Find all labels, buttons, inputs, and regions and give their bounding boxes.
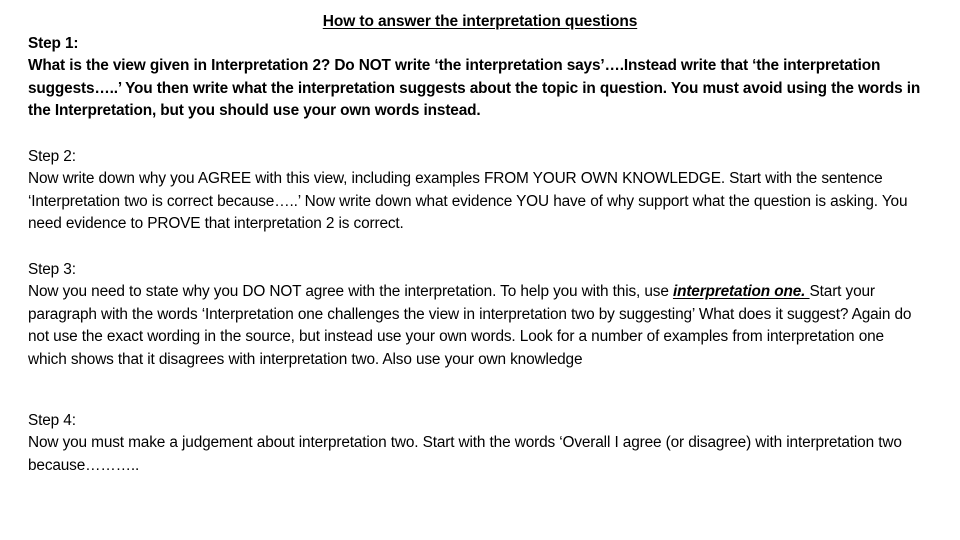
step-4-block: Step 4: Now you must make a judgement ab… — [28, 410, 926, 477]
step-1-block: Step 1: What is the view given in Interp… — [28, 33, 926, 123]
step-2-body: Now write down why you AGREE with this v… — [28, 170, 908, 233]
step-3-block: Step 3: Now you need to state why you DO… — [28, 259, 926, 371]
step-4-body: Now you must make a judgement about inte… — [28, 434, 902, 474]
step-3-label: Step 3: — [28, 261, 76, 278]
step-2-label: Step 2: — [28, 148, 76, 165]
step-3-body-part-1: Now you need to state why you DO NOT agr… — [28, 283, 673, 301]
step-4-label: Step 4: — [28, 412, 76, 429]
slide-canvas: How to answer the interpretation questio… — [0, 0, 960, 540]
step-1-label: Step 1: — [28, 35, 79, 52]
page-title: How to answer the interpretation questio… — [322, 13, 638, 30]
step-2-block: Step 2: Now write down why you AGREE wit… — [28, 146, 926, 236]
step-3-body: Now you need to state why you DO NOT agr… — [28, 281, 926, 371]
step-1-body: What is the view given in Interpretation… — [28, 57, 921, 120]
step-3-emphasis-interpretation-one: interpretation one. — [672, 283, 810, 301]
